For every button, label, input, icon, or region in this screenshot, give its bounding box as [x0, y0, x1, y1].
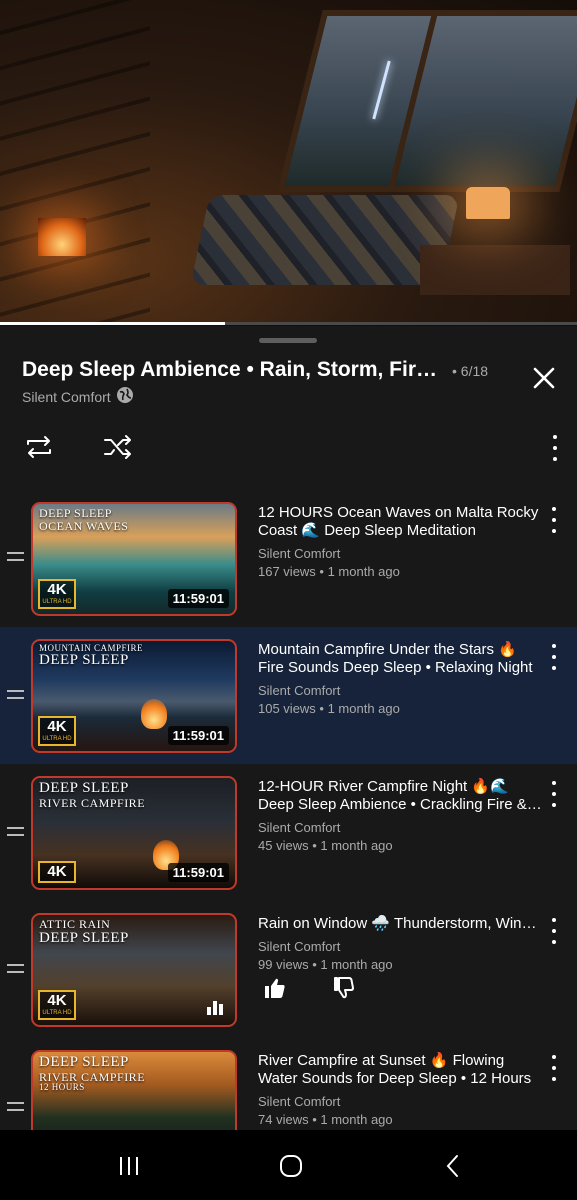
drag-reorder-icon[interactable] [7, 690, 24, 699]
recent-apps-icon[interactable] [114, 1152, 144, 1180]
drag-reorder-icon[interactable] [7, 552, 24, 561]
campfire-glow [141, 699, 167, 729]
video-info[interactable]: Rain on Window 🌧️ Thunderstorm, Window R… [258, 915, 543, 974]
drag-reorder-icon[interactable] [7, 827, 24, 836]
playlist-title: Deep Sleep Ambience • Rain, Storm, Firep… [22, 358, 442, 381]
close-icon[interactable] [530, 364, 558, 392]
video-channel: Silent Comfort [258, 683, 341, 698]
staircase-scene [0, 0, 150, 325]
duration-badge: 11:59:01 [167, 863, 229, 882]
video-thumbnail[interactable]: DEEP SLEEP RIVER CAMPFIRE 12 HOURS [31, 1050, 237, 1130]
video-channel: Silent Comfort [258, 939, 341, 954]
video-title: 12 HOURS Ocean Waves on Malta Rocky Coas… [258, 504, 539, 539]
playlist-position: • 6/18 [452, 363, 489, 379]
video-channel: Silent Comfort [258, 1094, 341, 1109]
shuffle-icon[interactable] [101, 430, 135, 464]
video-progress-fill [0, 322, 226, 325]
video-player[interactable] [0, 0, 577, 325]
video-thumbnail[interactable]: DEEP SLEEP RIVER CAMPFIRE 4K 11:59:01 [31, 776, 237, 890]
item-more-icon[interactable] [550, 1055, 558, 1081]
thumbnail-caption: DEEP SLEEP RIVER CAMPFIRE [39, 780, 146, 810]
duration-badge: 11:59:01 [167, 726, 229, 745]
video-stats: 105 views • 1 month ago [258, 701, 400, 716]
video-title: Mountain Campfire Under the Stars 🔥 Fire… [258, 641, 533, 676]
home-icon[interactable] [276, 1152, 306, 1180]
repeat-icon[interactable] [22, 430, 56, 464]
video-info[interactable]: River Campfire at Sunset 🔥 Flowing Water… [258, 1052, 543, 1129]
video-thumbnail[interactable]: ATTIC RAIN DEEP SLEEP 4K ULTRA HD [31, 913, 237, 1027]
video-channel: Silent Comfort [258, 546, 341, 561]
list-item-current[interactable]: MOUNTAIN CAMPFIRE DEEP SLEEP 4K ULTRA HD … [0, 627, 577, 764]
item-more-icon[interactable] [550, 918, 558, 944]
video-progress-bar[interactable] [0, 322, 577, 325]
lamp-scene [466, 187, 510, 219]
video-info[interactable]: Mountain Campfire Under the Stars 🔥 Fire… [258, 641, 543, 718]
video-stats: 74 views • 1 month ago [258, 1112, 393, 1127]
list-item[interactable]: ATTIC RAIN DEEP SLEEP 4K ULTRA HD Rain on… [0, 901, 577, 1038]
playlist-more-icon[interactable] [551, 435, 559, 461]
playlist-channel[interactable]: Silent Comfort [22, 389, 111, 405]
list-item[interactable]: DEEP SLEEP OCEAN WAVES 4K ULTRA HD 11:59:… [0, 490, 577, 627]
list-item[interactable]: DEEP SLEEP RIVER CAMPFIRE 4K 11:59:01 12… [0, 764, 577, 901]
side-table [420, 245, 570, 295]
4k-badge: 4K ULTRA HD [38, 990, 76, 1020]
thumbs-down-icon[interactable] [330, 975, 356, 1001]
globe-icon [117, 387, 133, 403]
video-info[interactable]: 12 HOURS Ocean Waves on Malta Rocky Coas… [258, 504, 543, 581]
duration-badge: 11:59:01 [167, 589, 229, 608]
video-thumbnail[interactable]: MOUNTAIN CAMPFIRE DEEP SLEEP 4K ULTRA HD … [31, 639, 237, 753]
item-more-icon[interactable] [550, 644, 558, 670]
thumbnail-caption: DEEP SLEEP OCEAN WAVES [39, 506, 129, 533]
video-channel: Silent Comfort [258, 820, 341, 835]
video-thumbnail[interactable]: DEEP SLEEP OCEAN WAVES 4K ULTRA HD 11:59:… [31, 502, 237, 616]
item-more-icon[interactable] [550, 507, 558, 533]
thumbnail-caption: ATTIC RAIN DEEP SLEEP [39, 917, 129, 946]
thumbnail-caption: DEEP SLEEP RIVER CAMPFIRE 12 HOURS [39, 1054, 146, 1093]
fireplace-scene [38, 218, 86, 256]
item-more-icon[interactable] [550, 781, 558, 807]
4k-badge: 4K [38, 861, 76, 883]
back-icon[interactable] [438, 1152, 468, 1180]
drag-handle[interactable] [259, 338, 317, 343]
drag-reorder-icon[interactable] [7, 964, 24, 973]
video-title: 12-HOUR River Campfire Night 🔥🌊 Deep Sle… [258, 778, 527, 813]
4k-badge: 4K ULTRA HD [38, 716, 76, 746]
system-navigation-bar [0, 1130, 577, 1200]
4k-badge: 4K ULTRA HD [38, 579, 76, 609]
drag-reorder-icon[interactable] [7, 1102, 24, 1111]
video-stats: 45 views • 1 month ago [258, 838, 393, 853]
video-stats: 167 views • 1 month ago [258, 564, 400, 579]
list-item[interactable]: DEEP SLEEP RIVER CAMPFIRE 12 HOURS River… [0, 1038, 577, 1130]
now-playing-bars-icon [207, 1001, 223, 1015]
video-info[interactable]: 12-HOUR River Campfire Night 🔥🌊 Deep Sle… [258, 778, 543, 855]
video-title: Rain on Window 🌧️ Thunderstorm, Window R… [258, 915, 543, 932]
video-stats: 99 views • 1 month ago [258, 957, 393, 972]
thumbnail-caption: MOUNTAIN CAMPFIRE DEEP SLEEP [39, 643, 144, 669]
video-title: River Campfire at Sunset 🔥 Flowing Water… [258, 1052, 532, 1087]
thumbs-up-icon[interactable] [262, 975, 288, 1001]
